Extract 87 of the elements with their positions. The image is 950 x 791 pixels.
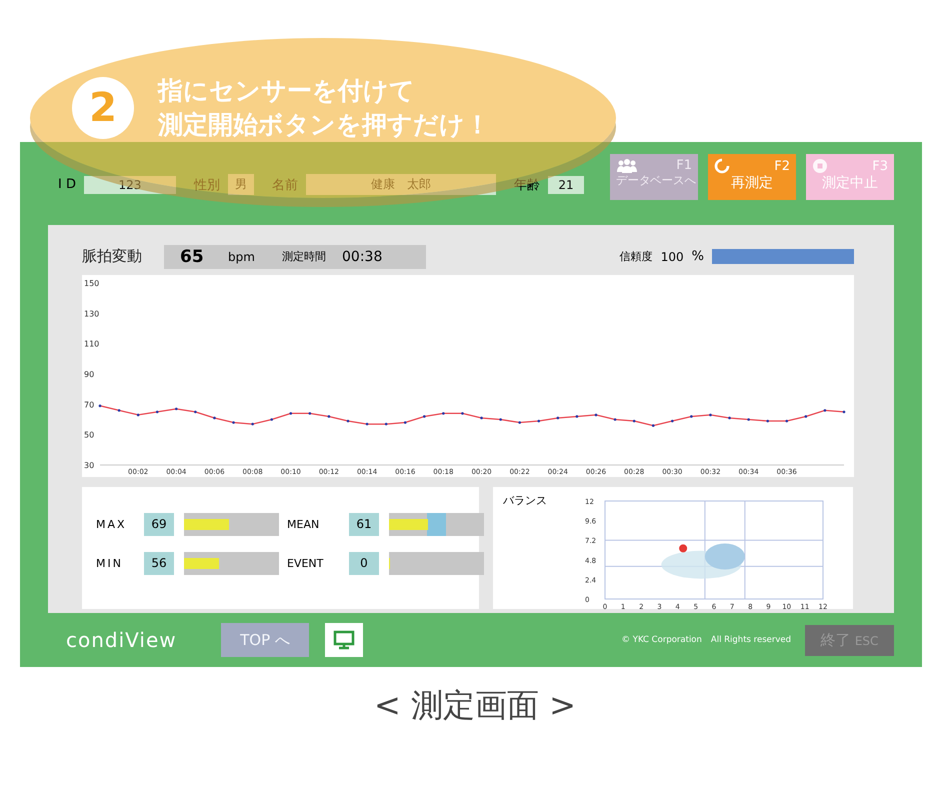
data-point — [671, 419, 674, 422]
step-number: 2 — [72, 77, 134, 139]
stat-value: 61 — [349, 512, 379, 536]
stat-value: 0 — [349, 552, 379, 575]
stat-label: MAX — [96, 518, 128, 531]
function-button[interactable]: F2 再測定 — [708, 154, 796, 200]
data-point — [366, 422, 368, 425]
data-point — [346, 419, 350, 422]
data-point — [289, 412, 292, 414]
age-field: 21 — [548, 176, 584, 194]
name-field: 健康 太郎 — [306, 174, 496, 195]
reliability-value: 100 — [660, 250, 684, 264]
y-tick-label: 50 — [84, 430, 94, 440]
monitor-icon — [333, 630, 355, 650]
data-point — [632, 419, 636, 422]
data-point — [423, 414, 426, 418]
data-point — [404, 420, 407, 424]
copyright-text: © YKC Corporation All Rights reserved — [622, 634, 791, 646]
data-point — [614, 418, 616, 420]
data-point — [842, 410, 846, 413]
sex-field: 男 — [228, 174, 254, 195]
range-band — [427, 512, 446, 536]
data-point — [442, 412, 445, 414]
callout-text: 指にセンサーを付けて — [158, 75, 416, 107]
data-point — [728, 416, 731, 419]
people-icon — [616, 158, 638, 172]
data-point — [232, 420, 235, 424]
data-point — [98, 404, 102, 407]
balance-title: バランス — [503, 492, 547, 508]
data-point — [156, 410, 159, 413]
data-point — [480, 416, 483, 419]
data-point — [652, 424, 655, 426]
data-point — [308, 412, 312, 414]
data-point — [747, 418, 750, 420]
data-point — [499, 418, 502, 420]
balance-point — [679, 544, 688, 552]
stat-label: MIN — [96, 556, 124, 570]
bpm-unit: bpm — [228, 250, 256, 264]
y-tick-label: 150 — [84, 278, 100, 288]
stat-value: 69 — [144, 512, 174, 536]
data-point — [824, 408, 826, 412]
y-tick-label: 110 — [84, 339, 100, 348]
stat-label: EVENT — [287, 556, 324, 570]
data-point — [518, 420, 521, 424]
data-point — [766, 419, 769, 422]
stop-icon — [812, 158, 828, 174]
data-point — [537, 419, 540, 422]
function-button[interactable]: F3 測定中止 — [806, 154, 894, 200]
y-tick-label: 70 — [84, 400, 94, 409]
data-point — [194, 410, 197, 413]
chart-title: 脈拍変動 — [82, 247, 143, 266]
id-label: I D — [58, 177, 76, 192]
sex-label: 性別 — [194, 176, 220, 194]
data-point — [709, 413, 712, 416]
data-point — [175, 407, 178, 410]
bpm-value: 65 — [180, 246, 205, 267]
data-point — [328, 414, 330, 418]
id-field: 123 — [84, 176, 176, 194]
data-point — [384, 422, 388, 425]
y-tick-label: 30 — [84, 460, 94, 470]
time-value: 00:38 — [342, 248, 382, 265]
time-label: 測定時間 — [282, 249, 326, 264]
callout-text: 測定開始ボタンを押すだけ！ — [158, 109, 490, 141]
data-point — [576, 414, 578, 418]
percent-sign: % — [692, 249, 704, 264]
data-point — [136, 413, 140, 416]
y-tick-label: 130 — [84, 308, 100, 318]
data-point — [594, 413, 598, 416]
stat-value: 56 — [144, 552, 174, 575]
data-point — [785, 419, 788, 422]
data-point — [556, 416, 560, 419]
y-tick-label: 90 — [84, 370, 94, 379]
monitor-button[interactable] — [325, 623, 363, 658]
data-point — [118, 408, 120, 412]
name-label: 名前 — [272, 176, 298, 194]
refresh-icon — [714, 158, 730, 174]
data-point — [461, 412, 464, 414]
data-point — [213, 416, 216, 419]
data-point — [804, 414, 808, 418]
data-point — [270, 418, 273, 420]
data-point — [251, 422, 254, 425]
brand-name: condiView — [66, 628, 178, 652]
reliability-label: 信頼度 — [620, 249, 653, 264]
screen-caption: < 測定画面 > — [373, 685, 577, 726]
data-point — [690, 414, 693, 418]
stat-label: MEAN — [287, 518, 320, 531]
age-label: 年齢 — [514, 176, 540, 194]
